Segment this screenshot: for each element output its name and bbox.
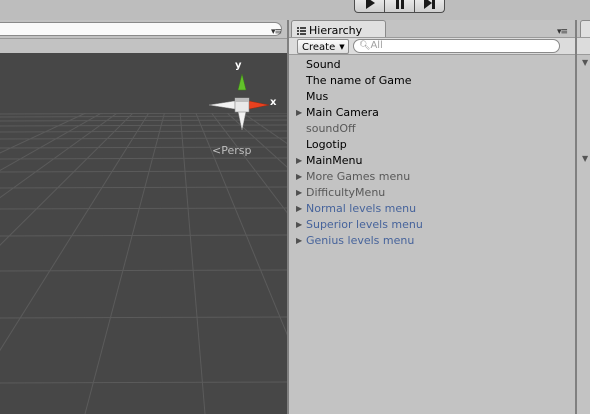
inspector-tab[interactable] bbox=[580, 20, 590, 37]
hierarchy-item[interactable]: Sound bbox=[289, 57, 575, 73]
expand-arrow-icon[interactable]: ▶ bbox=[296, 233, 302, 249]
hierarchy-toolbar: Create ▼ 🔍︎All bbox=[289, 37, 575, 55]
gizmo-y-label: y bbox=[235, 60, 242, 71]
tab-hierarchy[interactable]: Hierarchy bbox=[291, 20, 386, 37]
persp-arrow-icon: < bbox=[212, 144, 222, 157]
expand-arrow-icon[interactable]: ▶ bbox=[296, 185, 302, 201]
create-label: Create bbox=[302, 42, 336, 53]
hierarchy-item[interactable]: Logotip bbox=[289, 137, 575, 153]
hierarchy-item[interactable]: ▶ More Games menu bbox=[289, 169, 575, 185]
hierarchy-panel: Hierarchy ▾≡ Create ▼ 🔍︎All Sound The name… bbox=[289, 20, 575, 414]
hierarchy-item[interactable]: ▶ Main Camera bbox=[289, 105, 575, 121]
hierarchy-item-label: More Games menu bbox=[306, 170, 411, 183]
panel-menu-icon[interactable]: ▾≡ bbox=[271, 28, 282, 37]
step-icon bbox=[424, 0, 435, 9]
hierarchy-item-label: Main Camera bbox=[306, 106, 379, 119]
hierarchy-item[interactable]: ▶ DifficultyMenu bbox=[289, 185, 575, 201]
expand-arrow-icon[interactable]: ▼ bbox=[582, 154, 588, 163]
dropdown-arrow-icon: ▼ bbox=[339, 43, 345, 51]
hierarchy-item[interactable]: soundOff bbox=[289, 121, 575, 137]
hierarchy-item-label: Normal levels menu bbox=[306, 202, 417, 215]
camera-mode-label[interactable]: <Persp bbox=[212, 144, 251, 157]
hierarchy-item-label: Genius levels menu bbox=[306, 234, 415, 247]
hierarchy-search-input[interactable]: 🔍︎All bbox=[353, 39, 560, 53]
expand-arrow-icon[interactable]: ▼ bbox=[582, 58, 588, 67]
camera-mode-text: Persp bbox=[221, 144, 252, 157]
expand-arrow-icon[interactable]: ▶ bbox=[296, 105, 302, 121]
expand-arrow-icon[interactable]: ▶ bbox=[296, 201, 302, 217]
list-icon bbox=[297, 27, 306, 35]
hierarchy-item[interactable]: Mus bbox=[289, 89, 575, 105]
hierarchy-item[interactable]: ▶ Superior levels menu bbox=[289, 217, 575, 233]
hierarchy-item-label: soundOff bbox=[306, 122, 356, 135]
hierarchy-item-label: Sound bbox=[306, 58, 341, 71]
hierarchy-panel-menu-icon[interactable]: ▾≡ bbox=[557, 28, 568, 37]
hierarchy-item-label: Superior levels menu bbox=[306, 218, 423, 231]
hierarchy-item-label: Mus bbox=[306, 90, 329, 103]
scene-toolbar: ▾≡ bbox=[0, 20, 287, 39]
gizmo-x-label: x bbox=[270, 97, 277, 108]
search-placeholder: All bbox=[370, 40, 383, 51]
hierarchy-item[interactable]: ▶ MainMenu bbox=[289, 153, 575, 169]
hierarchy-item-label: MainMenu bbox=[306, 154, 363, 167]
hierarchy-item-label: The name of Game bbox=[306, 74, 412, 87]
scene-search-input[interactable] bbox=[0, 22, 282, 36]
scene-view[interactable]: ▾≡ y x <Persp bbox=[0, 20, 287, 414]
pause-button[interactable] bbox=[384, 0, 415, 13]
create-dropdown-button[interactable]: Create ▼ bbox=[297, 39, 349, 54]
hierarchy-tab-label: Hierarchy bbox=[309, 24, 363, 37]
main-toolbar bbox=[0, 0, 590, 20]
play-icon bbox=[365, 0, 375, 9]
hierarchy-item-label: DifficultyMenu bbox=[306, 186, 386, 199]
step-button[interactable] bbox=[414, 0, 445, 13]
hierarchy-item[interactable]: The name of Game bbox=[289, 73, 575, 89]
expand-arrow-icon[interactable]: ▶ bbox=[296, 169, 302, 185]
search-icon: 🔍︎ bbox=[359, 41, 371, 51]
expand-arrow-icon[interactable]: ▶ bbox=[296, 217, 302, 233]
expand-arrow-icon[interactable]: ▶ bbox=[296, 153, 302, 169]
inspector-panel-edge: ▼ ▼ bbox=[577, 20, 590, 414]
hierarchy-item[interactable]: ▶ Normal levels menu bbox=[289, 201, 575, 217]
play-button[interactable] bbox=[354, 0, 385, 13]
pause-icon bbox=[395, 0, 404, 9]
playback-controls bbox=[354, 0, 445, 14]
hierarchy-item-label: Logotip bbox=[306, 138, 347, 151]
hierarchy-item[interactable]: ▶ Genius levels menu bbox=[289, 233, 575, 249]
inspector-toolbar bbox=[577, 37, 590, 55]
